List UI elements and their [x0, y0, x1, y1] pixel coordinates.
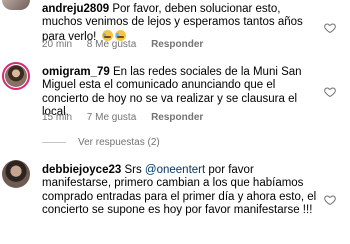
comment-meta: 20 min 8 Me gusta Responder — [42, 39, 215, 50]
comment-body-start: Srs — [124, 164, 145, 176]
divider — [42, 142, 66, 143]
comment-username[interactable]: omigram_79 — [42, 66, 110, 78]
comment-likes[interactable]: 7 Me gusta — [87, 112, 136, 123]
heart-icon[interactable] — [324, 86, 336, 98]
comment-time: 20 min — [42, 39, 73, 50]
reply-button[interactable]: Responder — [151, 39, 203, 50]
view-replies-label: Ver respuestas (2) — [78, 137, 160, 148]
comment-username[interactable]: debbiejoyce23 — [42, 164, 121, 176]
comment-username[interactable]: andreju2809 — [42, 3, 109, 15]
heart-icon[interactable] — [324, 194, 336, 206]
reply-button[interactable]: Responder — [151, 112, 203, 123]
comment-likes[interactable]: 8 Me gusta — [87, 39, 136, 50]
heart-icon[interactable] — [324, 22, 336, 34]
comment-text: debbiejoyce23 Srs @oneentert por favor m… — [42, 164, 320, 217]
avatar[interactable] — [2, 62, 30, 90]
avatar[interactable] — [2, 160, 30, 188]
comment-time: 15 min — [42, 112, 73, 123]
mention-link[interactable]: @oneentert — [145, 164, 205, 176]
view-replies-button[interactable]: Ver respuestas (2) — [42, 137, 160, 148]
avatar[interactable] — [2, 0, 30, 10]
comment-meta: 15 min 7 Me gusta Responder — [42, 112, 215, 123]
comment-text: andreju2809 Por favor, deben solucionar … — [42, 3, 320, 44]
